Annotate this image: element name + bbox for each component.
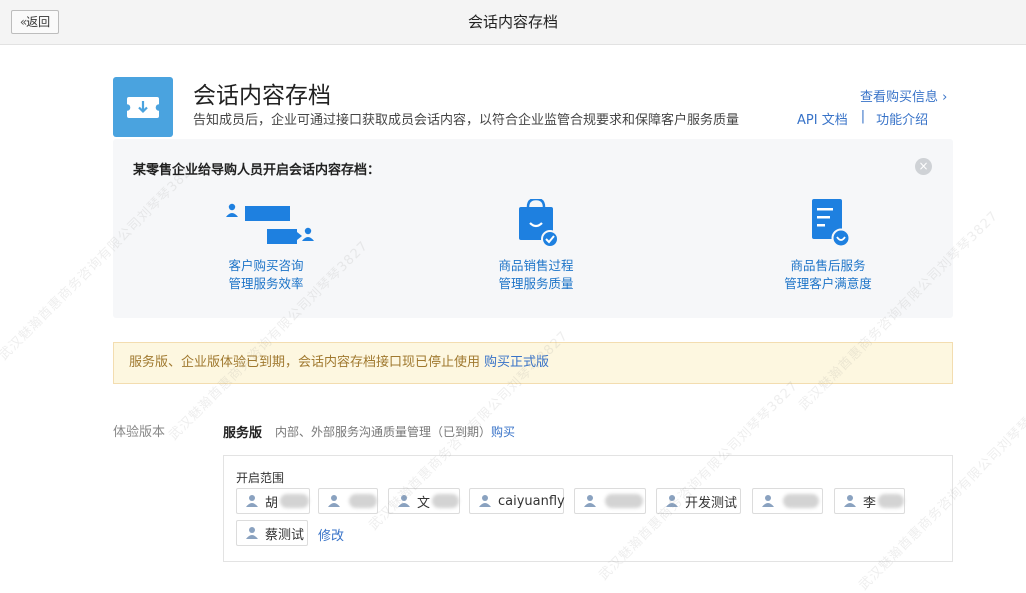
link-separator: |	[860, 109, 866, 124]
member-chip[interactable]	[318, 488, 378, 514]
feature-line2: 管理服务质量	[498, 276, 574, 291]
member-name: 胡	[265, 495, 279, 511]
scope-box: 开启范围 胡 文 caiyuanfly 开发测试 李 蔡测试 修改	[223, 455, 953, 562]
trial-version-label: 体验版本	[113, 425, 166, 440]
member-name: caiyuanfly	[498, 493, 565, 509]
chat-bubbles-icon	[226, 199, 314, 249]
person-icon	[246, 495, 258, 507]
close-icon[interactable]: ×	[915, 158, 932, 175]
redacted-name	[280, 494, 309, 508]
version-name: 服务版	[223, 426, 263, 441]
redacted-name	[878, 494, 904, 508]
member-name: 李	[863, 495, 877, 511]
expired-notice: 服务版、企业版体验已到期，会话内容存档接口现已停止使用 购买正式版	[113, 342, 953, 384]
redacted-name	[783, 494, 819, 508]
shopping-bag-icon	[506, 197, 566, 249]
member-name: 开发测试	[685, 495, 738, 511]
person-icon	[328, 495, 340, 507]
person-icon	[398, 495, 410, 507]
example-title: 某零售企业给导购人员开启会话内容存档：	[133, 163, 381, 178]
member-chip[interactable]	[752, 488, 823, 514]
feature-intro-link[interactable]: 功能介绍	[876, 109, 928, 128]
version-description: 内部、外部服务沟通质量管理（已到期）购买	[275, 423, 515, 440]
redacted-name	[349, 494, 377, 508]
person-icon	[666, 495, 678, 507]
notice-text: 服务版、企业版体验已到期，会话内容存档接口现已停止使用	[129, 355, 481, 370]
feature-consult: 客户购买咨询 管理服务效率	[181, 199, 351, 293]
feature-line1: 商品售后服务	[790, 258, 866, 273]
archive-app-icon	[113, 77, 173, 137]
person-icon	[762, 495, 774, 507]
feature-line1: 商品销售过程	[498, 258, 574, 273]
app-title: 会话内容存档	[193, 83, 331, 109]
member-chip[interactable]: 开发测试	[656, 488, 741, 514]
person-icon	[584, 495, 596, 507]
member-chip[interactable]: 胡	[236, 488, 310, 514]
feature-line2: 管理客户满意度	[784, 276, 872, 291]
person-icon	[479, 495, 491, 507]
app-description: 告知成员后，企业可通过接口获取成员会话内容，以符合企业监管合规要求和保障客户服务…	[193, 113, 740, 128]
document-smile-icon	[798, 199, 858, 249]
member-chip[interactable]: 蔡测试	[236, 520, 308, 546]
member-chip[interactable]: 李	[834, 488, 905, 514]
person-icon	[844, 495, 856, 507]
edit-scope-link[interactable]: 修改	[318, 525, 344, 544]
scope-label: 开启范围	[236, 471, 285, 485]
redacted-name	[605, 494, 643, 508]
feature-line1: 客户购买咨询	[228, 258, 304, 273]
feature-aftersales: 商品售后服务 管理客户满意度	[743, 199, 913, 293]
redacted-name	[432, 494, 459, 508]
feature-sales: 商品销售过程 管理服务质量	[451, 197, 621, 293]
example-card: 某零售企业给导购人员开启会话内容存档： × 客户购买咨询 管理服务效率 商品销售…	[113, 139, 953, 318]
feature-line2: 管理服务效率	[228, 276, 304, 291]
page-title: 会话内容存档	[467, 13, 558, 31]
api-doc-link[interactable]: API 文档	[797, 109, 848, 128]
version-desc-text: 内部、外部服务沟通质量管理（已到期）	[275, 425, 492, 439]
member-chip[interactable]	[574, 488, 646, 514]
buy-link[interactable]: 购买	[491, 425, 515, 439]
buy-formal-version-link[interactable]: 购买正式版	[484, 355, 549, 370]
member-chip[interactable]: caiyuanfly	[469, 488, 565, 514]
doc-links: API 文档 | 功能介绍	[797, 109, 928, 128]
person-icon	[246, 527, 258, 539]
view-purchase-info-link[interactable]: 查看购买信息 ›	[860, 86, 947, 105]
member-chip[interactable]: 文	[388, 488, 460, 514]
member-name: 文	[417, 495, 431, 511]
top-bar: « 返回 会话内容存档	[0, 0, 1026, 45]
member-name: 蔡测试	[265, 527, 305, 543]
